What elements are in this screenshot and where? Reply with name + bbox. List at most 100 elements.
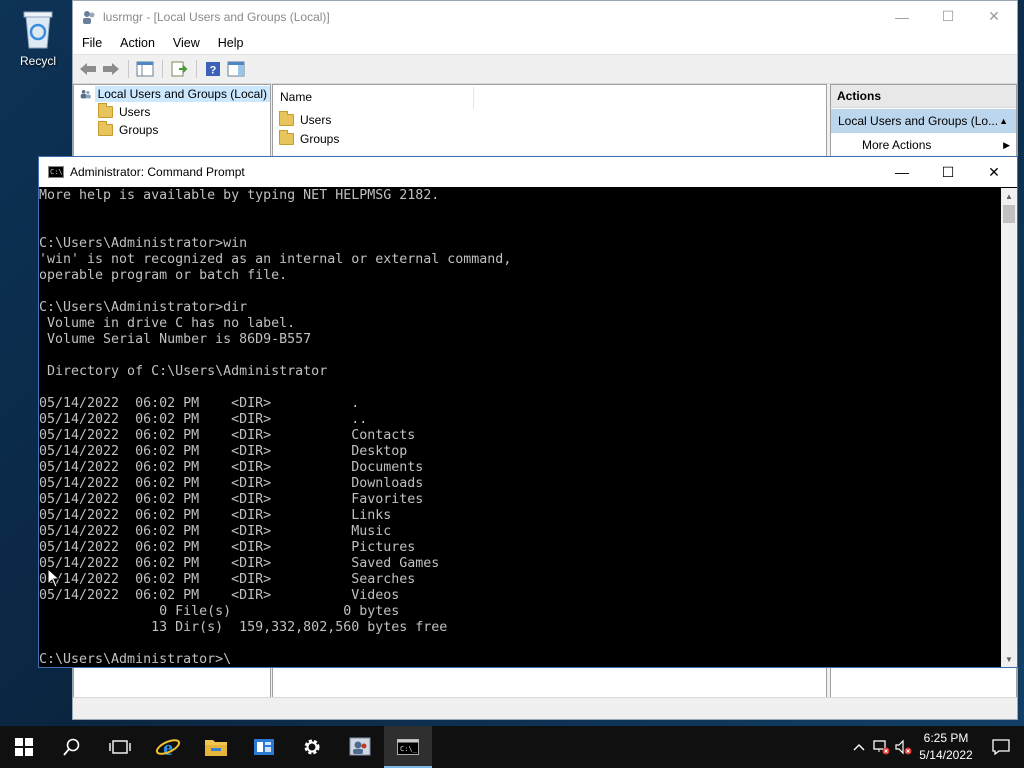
list-header: Name [273,85,826,110]
show-hidden-icons-chevron-icon[interactable] [848,726,870,768]
more-actions-item[interactable]: More Actions ▶ [831,133,1016,157]
console-output[interactable]: More help is available by typing NET HEL… [39,188,1001,667]
console-line: 05/14/2022 06:02 PM <DIR> Downloads [39,476,424,491]
toolbar-separator [162,60,163,78]
mmc-statusbar [73,697,1017,719]
scroll-up-arrow-icon[interactable]: ▲ [1001,188,1017,204]
tree-root-label: Local Users and Groups (Local) [94,86,270,102]
console-line: 05/14/2022 06:02 PM <DIR> Videos [39,588,400,603]
action-center-notification-icon[interactable] [978,739,1024,755]
console-line: C:\Users\Administrator>\ [39,652,232,667]
actions-header: Actions [831,85,1016,108]
users-group-icon [80,90,91,99]
console-line: 05/14/2022 06:02 PM <DIR> Favorites [39,492,424,507]
minimize-icon[interactable]: — [879,157,925,187]
windows-start-icon[interactable] [0,726,48,768]
console-line: 05/14/2022 06:02 PM <DIR> Music [39,524,392,539]
show-hide-action-pane-icon[interactable] [225,58,247,80]
recycle-bin-icon [18,6,58,50]
command-prompt-app-icon: C:\ [48,166,64,178]
scrollbar-thumb[interactable] [1003,205,1015,223]
tree-item-label: Groups [119,123,159,137]
network-disconnected-icon[interactable] [870,726,892,768]
taskbar-clock[interactable]: 6:25 PM 5/14/2022 [914,730,978,764]
folder-icon [279,129,294,145]
tree-item-label: Users [119,105,151,119]
settings-gear-icon[interactable] [288,726,336,768]
clock-date: 5/14/2022 [919,748,973,762]
command-prompt-taskbar-button[interactable]: C:\_ [384,726,432,768]
list-item-groups[interactable]: Groups [273,129,826,148]
column-divider[interactable] [473,87,474,109]
tree-item-users[interactable]: Users [74,103,270,121]
actions-section-local-users-groups[interactable]: Local Users and Groups (Lo... ▲ [831,109,1016,133]
maximize-icon[interactable]: ☐ [925,157,971,187]
collapse-up-arrow-icon[interactable]: ▲ [999,116,1008,126]
volume-muted-icon[interactable] [892,726,914,768]
console-line: 0 File(s) 0 bytes [39,604,400,619]
actions-section-label: Local Users and Groups (Lo... [838,114,999,128]
column-header-name[interactable]: Name [280,90,312,104]
search-icon[interactable] [48,726,96,768]
more-actions-label: More Actions [862,138,932,152]
vertical-scrollbar[interactable]: ▲ ▼ [1001,188,1017,667]
tree-item-groups[interactable]: Groups [74,121,270,139]
console-line: Volume in drive C has no label. [39,316,296,331]
mmc-titlebar[interactable]: lusrmgr - [Local Users and Groups (Local… [73,1,1017,32]
forward-arrow-icon[interactable] [100,58,122,80]
list-item-users[interactable]: Users [273,110,826,129]
show-hide-console-tree-icon[interactable] [134,58,156,80]
recycle-bin-label: Recycl [19,54,56,68]
console-line: 05/14/2022 06:02 PM <DIR> Pictures [39,540,416,555]
lusrmgr-icon[interactable] [336,726,384,768]
close-icon[interactable]: ✕ [971,1,1017,32]
cmd-titlebar[interactable]: C:\ Administrator: Command Prompt — ☐ ✕ [39,157,1017,187]
cmd-title: Administrator: Command Prompt [70,165,245,179]
console-line: Directory of C:\Users\Administrator [39,364,328,379]
svg-text:?: ? [210,65,217,77]
mmc-title: lusrmgr - [Local Users and Groups (Local… [103,9,330,24]
scroll-down-arrow-icon[interactable]: ▼ [1001,651,1017,667]
tree-item-local-users-groups[interactable]: Local Users and Groups (Local) [74,85,270,103]
minimize-icon[interactable]: — [879,1,925,32]
server-manager-icon[interactable] [240,726,288,768]
mmc-menubar: File Action View Help [73,32,1017,54]
console-line: C:\Users\Administrator>win [39,236,248,251]
folder-icon [98,121,113,136]
help-icon[interactable]: ? [202,58,224,80]
toolbar-separator [196,60,197,78]
console-line: 13 Dir(s) 159,332,802,560 bytes free [39,620,448,635]
console-line: More help is available by typing NET HEL… [39,188,440,203]
console-line: 05/14/2022 06:02 PM <DIR> Desktop [39,444,408,459]
console-line: operable program or batch file. [39,268,288,283]
menu-action[interactable]: Action [111,36,164,50]
internet-explorer-icon[interactable]: e [144,726,192,768]
file-explorer-icon[interactable] [192,726,240,768]
mouse-pointer-icon [47,568,61,588]
console-line: Volume Serial Number is 86D9-B557 [39,332,312,347]
mmc-window-controls: — ☐ ✕ [879,1,1017,32]
recycle-bin-desktop-icon[interactable]: Recycl [6,6,70,68]
maximize-icon[interactable]: ☐ [925,1,971,32]
task-view-icon[interactable] [96,726,144,768]
menu-help[interactable]: Help [209,36,253,50]
lusrmgr-app-icon [83,10,95,24]
svg-text:C:\_: C:\_ [400,745,418,753]
console-line: C:\Users\Administrator>dir [39,300,248,315]
console-line: 05/14/2022 06:02 PM <DIR> Saved Games [39,556,440,571]
close-icon[interactable]: ✕ [971,157,1017,187]
back-arrow-icon[interactable] [77,58,99,80]
console-line: 05/14/2022 06:02 PM <DIR> Links [39,508,392,523]
folder-icon [98,103,113,118]
folder-icon [279,110,294,126]
console-line: 05/14/2022 06:02 PM <DIR> Searches [39,572,416,587]
export-list-icon[interactable] [168,58,190,80]
command-prompt-window: C:\ Administrator: Command Prompt — ☐ ✕ … [38,156,1018,668]
menu-file[interactable]: File [73,36,111,50]
list-item-label: Users [300,112,332,127]
menu-view[interactable]: View [164,36,209,50]
